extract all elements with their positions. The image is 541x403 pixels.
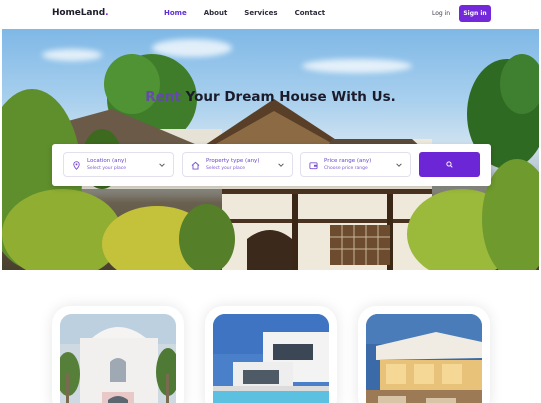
price-range-sub: Choose price range — [324, 166, 368, 171]
hero-title: Rent Your Dream House With Us. — [2, 89, 539, 105]
nav-services[interactable]: Services — [244, 9, 277, 17]
chevron-down-icon — [159, 163, 165, 167]
signin-button[interactable]: Sign in — [459, 5, 491, 22]
nav-about[interactable]: About — [204, 9, 228, 17]
nav-home[interactable]: Home — [164, 9, 187, 17]
property-card[interactable] — [358, 306, 490, 403]
login-link[interactable]: Log in — [432, 10, 450, 17]
location-sub: Select your place — [87, 166, 126, 171]
search-button[interactable] — [419, 152, 480, 177]
location-pin-icon — [73, 161, 80, 170]
chevron-down-icon — [278, 163, 284, 167]
property-card[interactable] — [52, 306, 184, 403]
hero-title-accent: Rent — [145, 89, 181, 105]
property-type-sub: Select your place — [206, 166, 245, 171]
nav-contact[interactable]: Contact — [295, 9, 326, 17]
logo[interactable]: HomeLand. — [52, 8, 109, 18]
wallet-icon — [309, 162, 318, 170]
search-bar: Location (any) Select your place Propert… — [52, 144, 491, 186]
search-icon — [446, 161, 453, 168]
home-icon — [191, 161, 200, 170]
property-photo — [213, 314, 329, 403]
nav-links: Home About Services Contact — [164, 9, 325, 17]
logo-text: HomeLand — [52, 8, 106, 18]
property-type-select[interactable]: Property type (any) Select your place — [182, 152, 293, 177]
property-card[interactable] — [205, 306, 337, 403]
hero-title-rest: Your Dream House With Us. — [180, 89, 396, 105]
location-label: Location (any) — [87, 158, 127, 164]
property-image — [60, 314, 176, 403]
property-cards-section — [0, 270, 541, 403]
chevron-down-icon — [396, 163, 402, 167]
price-range-select[interactable]: Price range (any) Choose price range — [300, 152, 411, 177]
property-photo — [60, 314, 176, 403]
logo-dot: . — [105, 8, 109, 18]
property-type-label: Property type (any) — [206, 158, 260, 164]
property-image — [366, 314, 482, 403]
navbar: HomeLand. Home About Services Contact Lo… — [0, 0, 541, 29]
property-image — [213, 314, 329, 403]
property-photo — [366, 314, 482, 403]
location-select[interactable]: Location (any) Select your place — [63, 152, 174, 177]
price-range-label: Price range (any) — [324, 158, 372, 164]
